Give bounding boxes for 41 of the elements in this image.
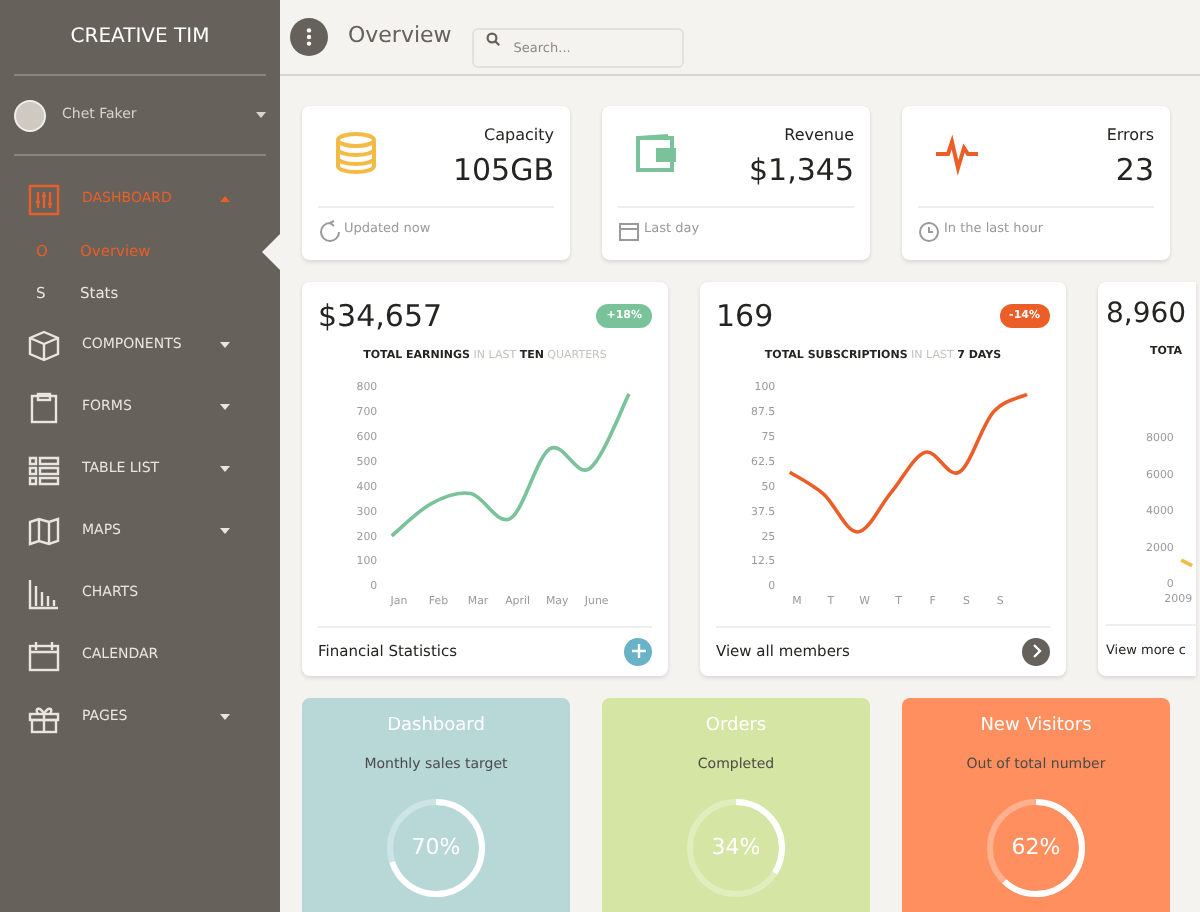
card-value: 8,960 [1106,296,1187,334]
plus-icon [631,644,645,659]
caret-icon[interactable] [220,714,230,720]
page-title: Overview [348,20,452,53]
card-title: Orders [705,714,767,740]
stat-value: 105GB [452,150,554,192]
chart-line [1180,558,1193,568]
progress-value: 70% [409,834,463,862]
card-value: 169 [716,296,774,338]
stat-value: 23 [1113,150,1154,192]
calendar-icon [28,639,60,671]
caret-icon[interactable] [220,528,230,534]
progress-value: 34% [709,834,763,862]
refresh-icon [318,219,340,241]
card-value: $34,657 [318,296,443,338]
caret-icon[interactable] [220,342,230,348]
clipboard-icon [28,391,60,423]
caret-icon[interactable] [220,404,230,410]
stat-label: Revenue [782,124,854,148]
list-icon [28,453,60,485]
card-title: New Visitors [980,714,1092,740]
cube-icon [28,329,60,361]
card-title: Dashboard [387,714,485,740]
stat-label: Capacity [482,124,554,148]
clock-icon [918,219,940,241]
calendar-icon [618,219,640,241]
active-pointer [262,234,280,270]
avatar [14,99,46,131]
more-icon [306,28,312,46]
caret-icon[interactable] [256,112,266,118]
brand-name[interactable]: CREATIVE TIM [14,0,266,76]
map-icon [28,515,60,547]
caret-icon[interactable] [220,466,230,472]
sliders-icon [28,183,60,215]
progress-value: 62% [1009,834,1063,862]
stat-label: Errors [1106,124,1154,148]
stat-value: $1,345 [749,150,854,192]
next-button[interactable] [1022,637,1050,666]
menu-button[interactable] [290,18,328,56]
bar-chart-icon [28,577,60,609]
chevron-right-icon [1031,644,1041,659]
